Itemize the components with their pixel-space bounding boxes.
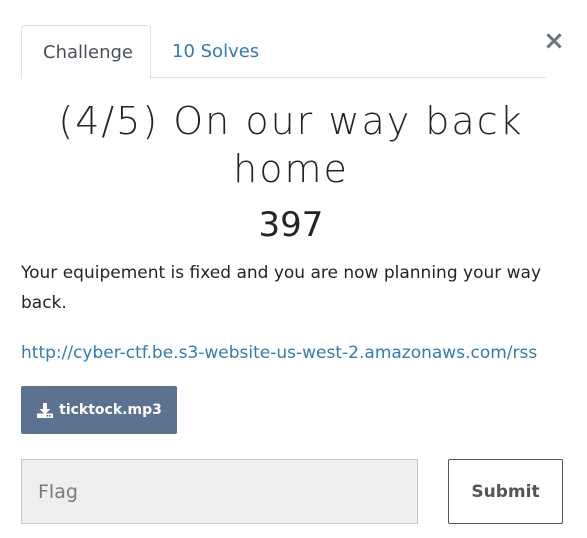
- tab-challenge[interactable]: Challenge: [21, 25, 151, 79]
- submit-button[interactable]: Submit: [448, 459, 563, 524]
- download-icon: [36, 402, 54, 419]
- challenge-description: Your equipement is fixed and you are now…: [21, 263, 542, 313]
- close-icon[interactable]: ×: [543, 28, 565, 54]
- file-name: ticktock.mp3: [59, 402, 162, 418]
- challenge-link[interactable]: http://cyber-ctf.be.s3-website-us-west-2…: [21, 338, 566, 368]
- flag-input[interactable]: [21, 459, 418, 524]
- challenge-modal: Challenge 10 Solves × (4/5) On our way b…: [0, 0, 587, 538]
- tab-solves[interactable]: 10 Solves: [151, 25, 280, 78]
- challenge-points: 397: [258, 205, 324, 245]
- tab-bar: Challenge 10 Solves: [21, 25, 546, 79]
- file-download-button[interactable]: ticktock.mp3: [21, 386, 177, 434]
- challenge-title: (4/5) On our way back home: [58, 99, 524, 191]
